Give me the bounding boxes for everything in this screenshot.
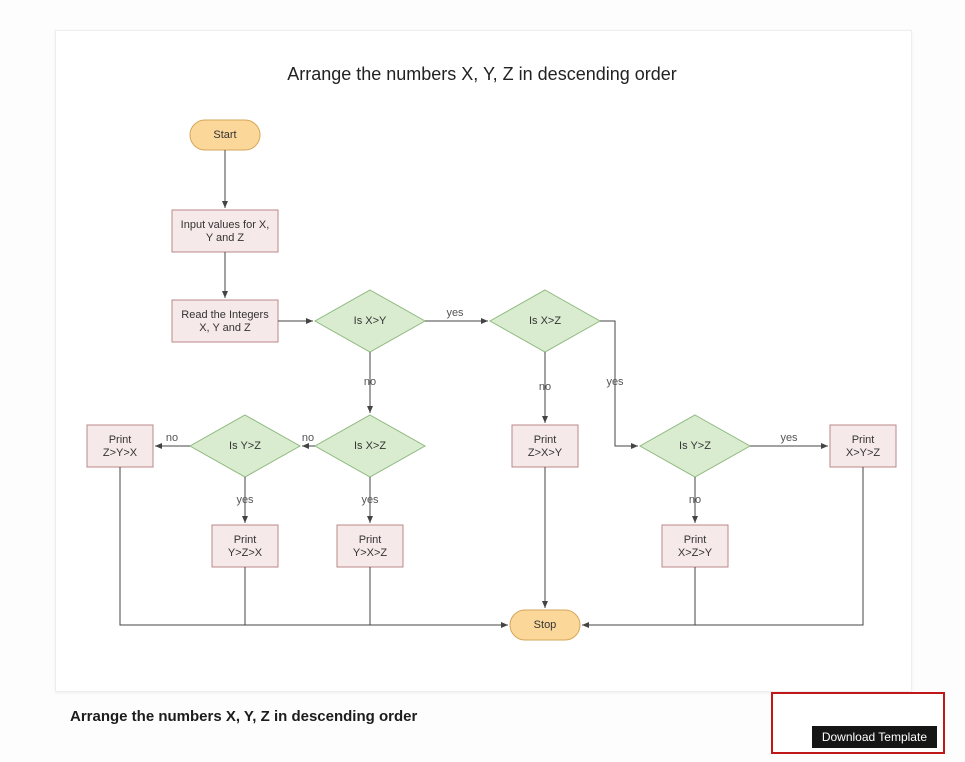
edge-xztop-yes-label: yes (606, 376, 624, 388)
node-p-yzx-l2: Y>Z>X (228, 547, 263, 559)
node-start-label: Start (213, 129, 236, 141)
node-read-label-2: X, Y and Z (199, 322, 251, 334)
node-dec-yz-l-label: Is Y>Z (229, 440, 261, 452)
node-p-zyx-l2: Z>Y>X (103, 447, 138, 459)
node-dec-xz-mid-label: Is X>Z (354, 440, 386, 452)
edge-yzr-yes-label: yes (780, 432, 798, 444)
edge-xzmid-no-label: no (302, 432, 314, 444)
diagram-title: Arrange the numbers X, Y, Z in descendin… (287, 64, 677, 84)
node-p-zxy-l1: Print (534, 434, 557, 446)
node-p-xyz-l2: X>Y>Z (846, 447, 881, 459)
action-panel: Download Template (771, 692, 945, 754)
edge-xzy-stop (582, 567, 695, 625)
edge-xztop-no-label: no (539, 381, 551, 393)
edge-yzl-no-label: no (166, 432, 178, 444)
node-p-xyz-l1: Print (852, 434, 875, 446)
edge-xy-yes-label: yes (446, 307, 464, 319)
page-root: Arrange the numbers X, Y, Z in descendin… (0, 0, 965, 762)
node-dec-xy-label: Is X>Y (354, 315, 387, 327)
download-icon[interactable] (891, 698, 907, 714)
node-p-yxz-l1: Print (359, 534, 382, 546)
node-p-zyx-l1: Print (109, 434, 132, 446)
desktop-icon[interactable] (917, 698, 933, 714)
edge-zyx-stop (120, 467, 508, 625)
edge-xy-no-label: no (364, 376, 376, 388)
node-p-zxy-l2: Z>X>Y (528, 447, 563, 459)
node-input-label-1: Input values for X, (181, 219, 270, 231)
download-tooltip: Download Template (812, 726, 937, 748)
node-dec-xz-top-label: Is X>Z (529, 315, 561, 327)
node-input-label-2: Y and Z (206, 232, 245, 244)
node-p-yxz-l2: Y>X>Z (353, 547, 388, 559)
flowchart-svg: Arrange the numbers X, Y, Z in descendin… (55, 30, 910, 690)
diagram-caption: Arrange the numbers X, Y, Z in descendin… (70, 708, 417, 725)
node-stop-label: Stop (534, 619, 557, 631)
node-dec-yz-r-label: Is Y>Z (679, 440, 711, 452)
node-p-xzy-l2: X>Z>Y (678, 547, 713, 559)
edge-xzmid-yes-label: yes (361, 494, 379, 506)
edge-yzr-no-label: no (689, 494, 701, 506)
node-p-yzx-l1: Print (234, 534, 257, 546)
edge-yzl-yes-label: yes (236, 494, 254, 506)
node-p-xzy-l1: Print (684, 534, 707, 546)
node-read-label-1: Read the Integers (181, 309, 269, 321)
